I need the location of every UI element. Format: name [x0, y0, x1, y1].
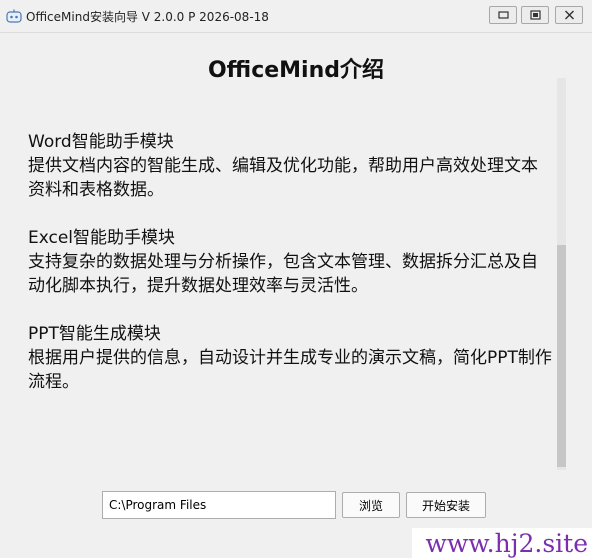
- section-title: Word智能助手模块: [28, 132, 174, 152]
- browse-button[interactable]: 浏览: [342, 492, 400, 518]
- install-path-input[interactable]: [102, 491, 336, 519]
- section-title: PPT智能生成模块: [28, 324, 161, 344]
- app-icon: [6, 8, 22, 23]
- restore-icon: [530, 10, 541, 20]
- intro-content: Word智能助手模块 提供文档内容的智能生成、编辑及优化功能，帮助用户高效处理文…: [28, 130, 552, 418]
- section-description: 提供文档内容的智能生成、编辑及优化功能，帮助用户高效处理文本资料和表格数据。: [28, 156, 538, 200]
- window-title: OfficeMind安装向导 V 2.0.0 P 2026-08-18: [26, 10, 269, 24]
- section-description: 根据用户提供的信息，自动设计并生成专业的演示文稿，简化PPT制作流程。: [28, 348, 552, 392]
- word-module-section: Word智能助手模块 提供文档内容的智能生成、编辑及优化功能，帮助用户高效处理文…: [28, 130, 552, 202]
- section-description: 支持复杂的数据处理与分析操作，包含文本管理、数据拆分汇总及自动化脚本执行，提升数…: [28, 252, 538, 296]
- scrollbar-thumb[interactable]: [557, 245, 566, 467]
- excel-module-section: Excel智能助手模块 支持复杂的数据处理与分析操作，包含文本管理、数据拆分汇总…: [28, 226, 552, 298]
- close-button[interactable]: [555, 6, 583, 24]
- minimize-button[interactable]: [489, 6, 517, 24]
- title-bar: OfficeMind安装向导 V 2.0.0 P 2026-08-18: [0, 0, 592, 33]
- watermark: www.hj2.site: [412, 528, 592, 558]
- minimize-icon: [498, 11, 509, 19]
- ppt-module-section: PPT智能生成模块 根据用户提供的信息，自动设计并生成专业的演示文稿，简化PPT…: [28, 322, 552, 394]
- restore-button[interactable]: [521, 6, 549, 24]
- section-title: Excel智能助手模块: [28, 228, 176, 248]
- start-install-button[interactable]: 开始安装: [406, 492, 486, 518]
- close-icon: [565, 10, 574, 20]
- page-title: OfficeMind介绍: [207, 58, 385, 83]
